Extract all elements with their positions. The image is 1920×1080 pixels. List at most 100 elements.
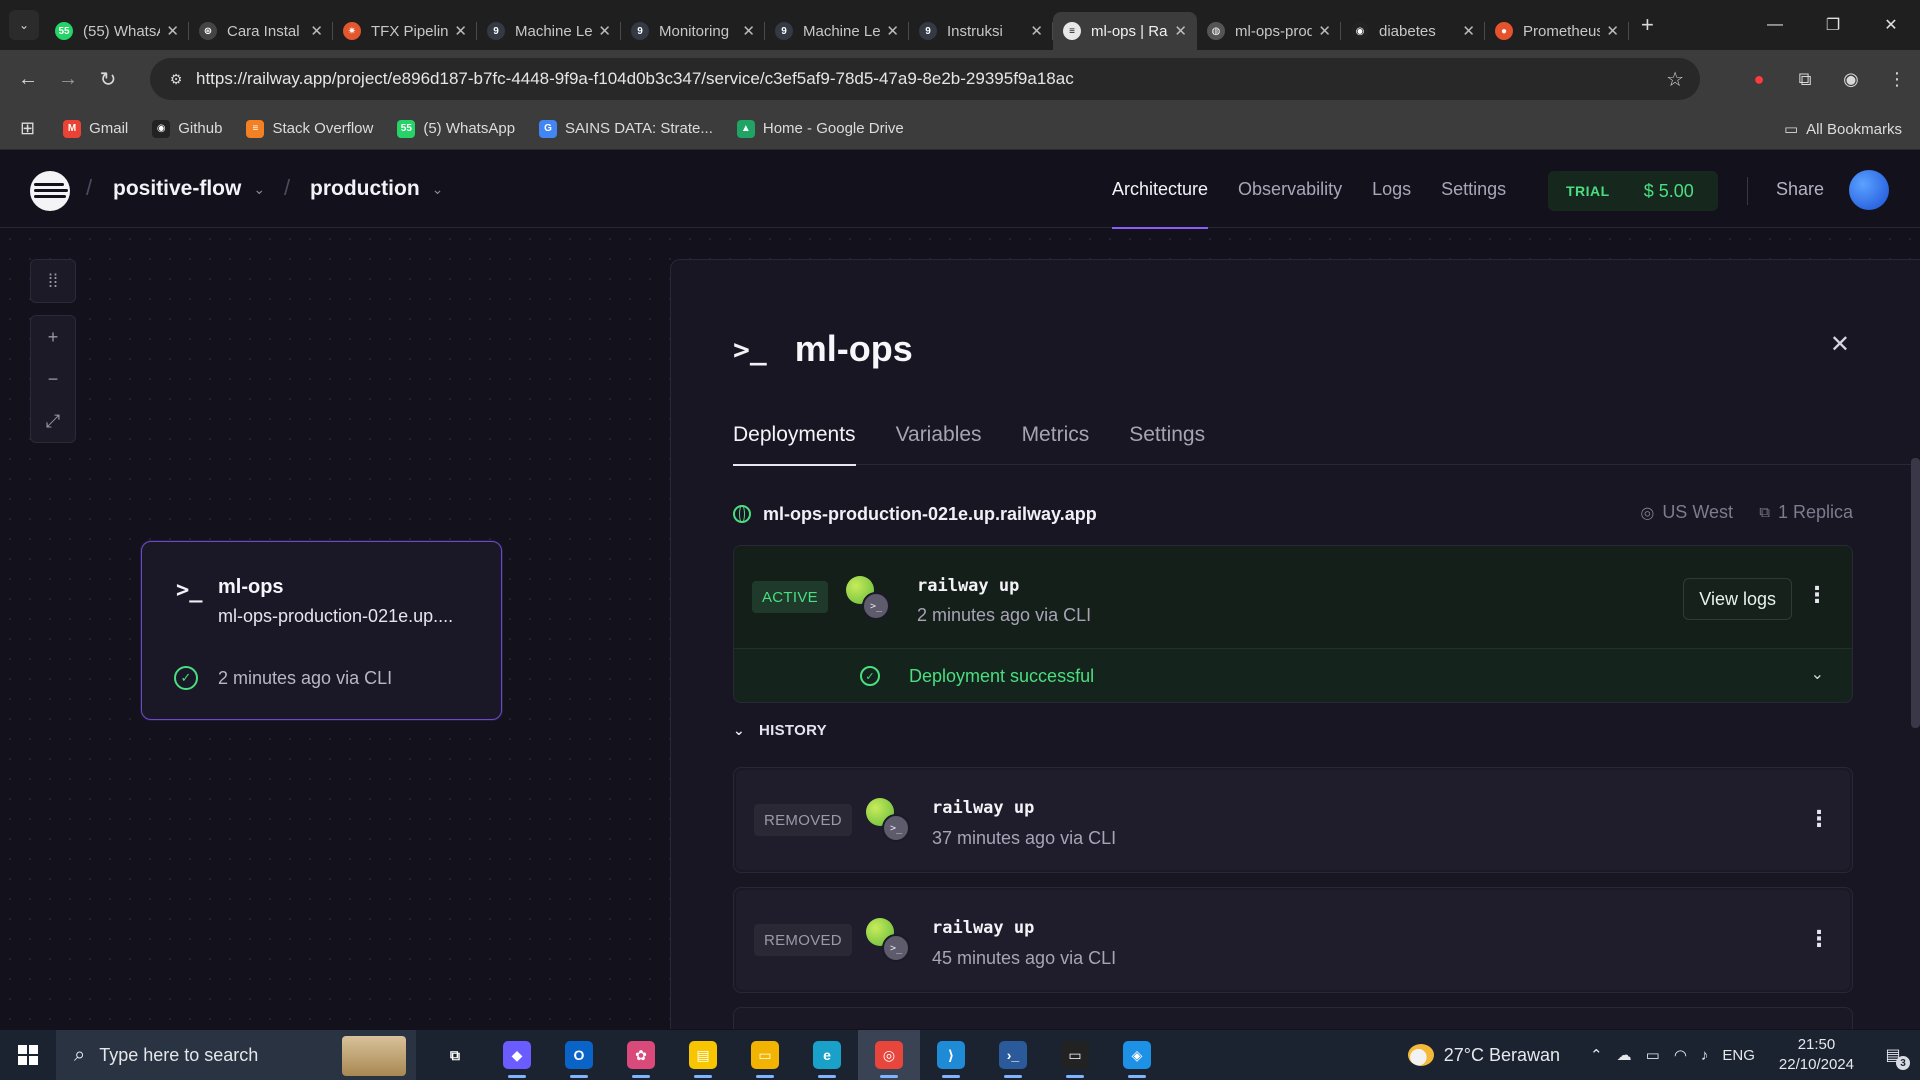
taskbar-app-file-explorer[interactable]: ▭	[734, 1030, 796, 1080]
zoom-out-icon[interactable]: −	[31, 358, 75, 400]
start-button[interactable]	[0, 1030, 56, 1080]
avatar[interactable]	[1849, 170, 1889, 210]
taskbar-app-task-view[interactable]: ⧉	[424, 1030, 486, 1080]
browser-tab[interactable]: 9 Monitoring ✕	[621, 12, 765, 50]
profile-icon[interactable]: ◉	[1828, 69, 1874, 90]
nav-settings[interactable]: Settings	[1441, 151, 1506, 228]
browser-menu-icon[interactable]: ⋮	[1874, 69, 1920, 90]
nav-architecture[interactable]: Architecture	[1112, 151, 1209, 229]
taskbar-search[interactable]: ⌕ Type here to search	[56, 1030, 416, 1080]
history-toggle[interactable]: ⌄ HISTORY	[733, 722, 827, 739]
tab-close-icon[interactable]: ✕	[166, 22, 179, 40]
site-info-icon[interactable]: ⚙	[156, 71, 196, 88]
tab-close-icon[interactable]: ✕	[886, 22, 899, 40]
bookmark-item[interactable]: ▲ Home - Google Drive	[736, 119, 904, 138]
volume-icon[interactable]: ♪	[1701, 1047, 1709, 1064]
bookmark-item[interactable]: G SAINS DATA: Strate...	[539, 119, 713, 138]
url-text[interactable]: https://railway.app/project/e896d187-b7f…	[196, 69, 1074, 89]
bookmark-item[interactable]: ≡ Stack Overflow	[246, 119, 373, 138]
taskbar-app-docker[interactable]: ◈	[1106, 1030, 1168, 1080]
browser-tab[interactable]: ◍ ml-ops-production ✕	[1197, 12, 1341, 50]
bookmark-item[interactable]: 55 (5) WhatsApp	[397, 119, 515, 138]
tab-close-icon[interactable]: ✕	[1174, 22, 1187, 40]
all-bookmarks[interactable]: ▭ All Bookmarks	[1784, 108, 1902, 150]
minimize-icon[interactable]: —	[1746, 0, 1804, 50]
bookmark-item[interactable]: ◉ Github	[152, 119, 222, 138]
browser-tab[interactable]: 9 Machine Learning ✕	[765, 12, 909, 50]
taskbar-app-terminal[interactable]: ▭	[1044, 1030, 1106, 1080]
tab-close-icon[interactable]: ✕	[1462, 22, 1475, 40]
tab-close-icon[interactable]: ✕	[742, 22, 755, 40]
back-button[interactable]: ←	[10, 61, 46, 97]
taskbar-app-copilot[interactable]: ◆	[486, 1030, 548, 1080]
restore-icon[interactable]: ❐	[1804, 0, 1862, 50]
browser-tab[interactable]: 9 Machine Learning ✕	[477, 12, 621, 50]
bookmark-star-icon[interactable]: ☆	[1666, 67, 1684, 92]
taskbar-app-vscode[interactable]: ⟩	[920, 1030, 982, 1080]
fit-view-icon[interactable]: ⤢	[31, 400, 75, 442]
chevron-down-icon[interactable]: ⌄	[1811, 664, 1824, 684]
tab-close-icon[interactable]: ✕	[310, 22, 323, 40]
history-deployment-card[interactable]: REMOVED >_ railway up 37 minutes ago via…	[733, 767, 1853, 873]
grid-dots-icon[interactable]: ⁞⁞	[31, 260, 75, 302]
taskbar-app-sticky-notes[interactable]: ▤	[672, 1030, 734, 1080]
extensions-puzzle-icon[interactable]: ⧉	[1782, 69, 1828, 90]
close-panel-button[interactable]: ✕	[1830, 330, 1850, 359]
reload-button[interactable]: ↻	[90, 61, 126, 97]
share-button[interactable]: Share	[1776, 179, 1824, 200]
battery-icon[interactable]: ▭	[1646, 1046, 1660, 1064]
nav-observability[interactable]: Observability	[1238, 151, 1342, 228]
tab-variables[interactable]: Variables	[896, 405, 982, 465]
taskbar-app-edge[interactable]: e	[796, 1030, 858, 1080]
browser-tab[interactable]: ● Prometheus ✕	[1485, 12, 1629, 50]
browser-tab[interactable]: 9 Instruksi ✕	[909, 12, 1053, 50]
wifi-icon[interactable]: ◠	[1674, 1046, 1687, 1064]
history-deployment-card[interactable]	[733, 1007, 1853, 1029]
address-bar[interactable]: ⚙ https://railway.app/project/e896d187-b…	[150, 58, 1700, 100]
tab-deployments[interactable]: Deployments	[733, 405, 856, 466]
taskbar-app-powershell[interactable]: ›_	[982, 1030, 1044, 1080]
service-card-ml-ops[interactable]: >_ ml-ops ml-ops-production-021e.up.... …	[141, 541, 502, 720]
nav-logs[interactable]: Logs	[1372, 151, 1411, 228]
tab-settings[interactable]: Settings	[1129, 405, 1205, 465]
deployment-status-row[interactable]: ✓ Deployment successful ⌄	[734, 648, 1852, 702]
extension-red-icon[interactable]: ●	[1736, 69, 1782, 90]
notifications-icon[interactable]: ▤ 3	[1876, 1040, 1910, 1070]
browser-tab[interactable]: ⊛ Cara Instal ✕	[189, 12, 333, 50]
browser-tab[interactable]: ✷ TFX Pipeline ✕	[333, 12, 477, 50]
browser-tab[interactable]: ≡ ml-ops | Railway ✕	[1053, 12, 1197, 50]
browser-tab[interactable]: ◉ diabetes ✕	[1341, 12, 1485, 50]
service-domain-link[interactable]: ml-ops-production-021e.up.railway.app	[763, 504, 1097, 525]
language-indicator[interactable]: ENG	[1722, 1047, 1755, 1064]
taskbar-app-paint[interactable]: ✿	[610, 1030, 672, 1080]
tab-close-icon[interactable]: ✕	[1606, 22, 1619, 40]
project-selector[interactable]: positive-flow ⌄	[113, 177, 265, 201]
weather-widget[interactable]: 27°C Berawan	[1407, 1044, 1560, 1066]
tab-close-icon[interactable]: ✕	[598, 22, 611, 40]
tab-close-icon[interactable]: ✕	[454, 22, 467, 40]
zoom-in-icon[interactable]: +	[31, 316, 75, 358]
browser-tab[interactable]: 55 (55) WhatsApp ✕	[45, 12, 189, 50]
clock[interactable]: 21:50 22/10/2024	[1779, 1035, 1854, 1075]
more-options-icon[interactable]: ⋮	[1806, 582, 1828, 608]
tab-close-icon[interactable]: ✕	[1318, 22, 1331, 40]
tab-search-button[interactable]: ⌄	[9, 10, 39, 40]
trial-badge[interactable]: TRIAL $ 5.00	[1548, 171, 1718, 211]
active-deployment-card[interactable]: ACTIVE >_ railway up 2 minutes ago via C…	[733, 545, 1853, 703]
tab-metrics[interactable]: Metrics	[1022, 405, 1090, 465]
view-logs-button[interactable]: View logs	[1683, 578, 1792, 620]
railway-logo-icon[interactable]	[30, 171, 70, 211]
history-deployment-card[interactable]: REMOVED >_ railway up 45 minutes ago via…	[733, 887, 1853, 993]
taskbar-app-chrome[interactable]: ◎	[858, 1030, 920, 1080]
new-tab-button[interactable]: +	[1641, 12, 1654, 38]
environment-selector[interactable]: production ⌄	[310, 177, 443, 201]
bookmark-item[interactable]: M Gmail	[63, 119, 128, 138]
more-options-icon[interactable]: ⋮	[1808, 806, 1830, 832]
panel-scrollbar[interactable]	[1911, 458, 1920, 728]
tab-close-icon[interactable]: ✕	[1030, 22, 1043, 40]
taskbar-app-outlook[interactable]: O	[548, 1030, 610, 1080]
more-options-icon[interactable]: ⋮	[1808, 926, 1830, 952]
onedrive-icon[interactable]: ☁	[1617, 1046, 1632, 1064]
close-window-icon[interactable]: ✕	[1862, 0, 1920, 50]
forward-button[interactable]: →	[50, 61, 86, 97]
